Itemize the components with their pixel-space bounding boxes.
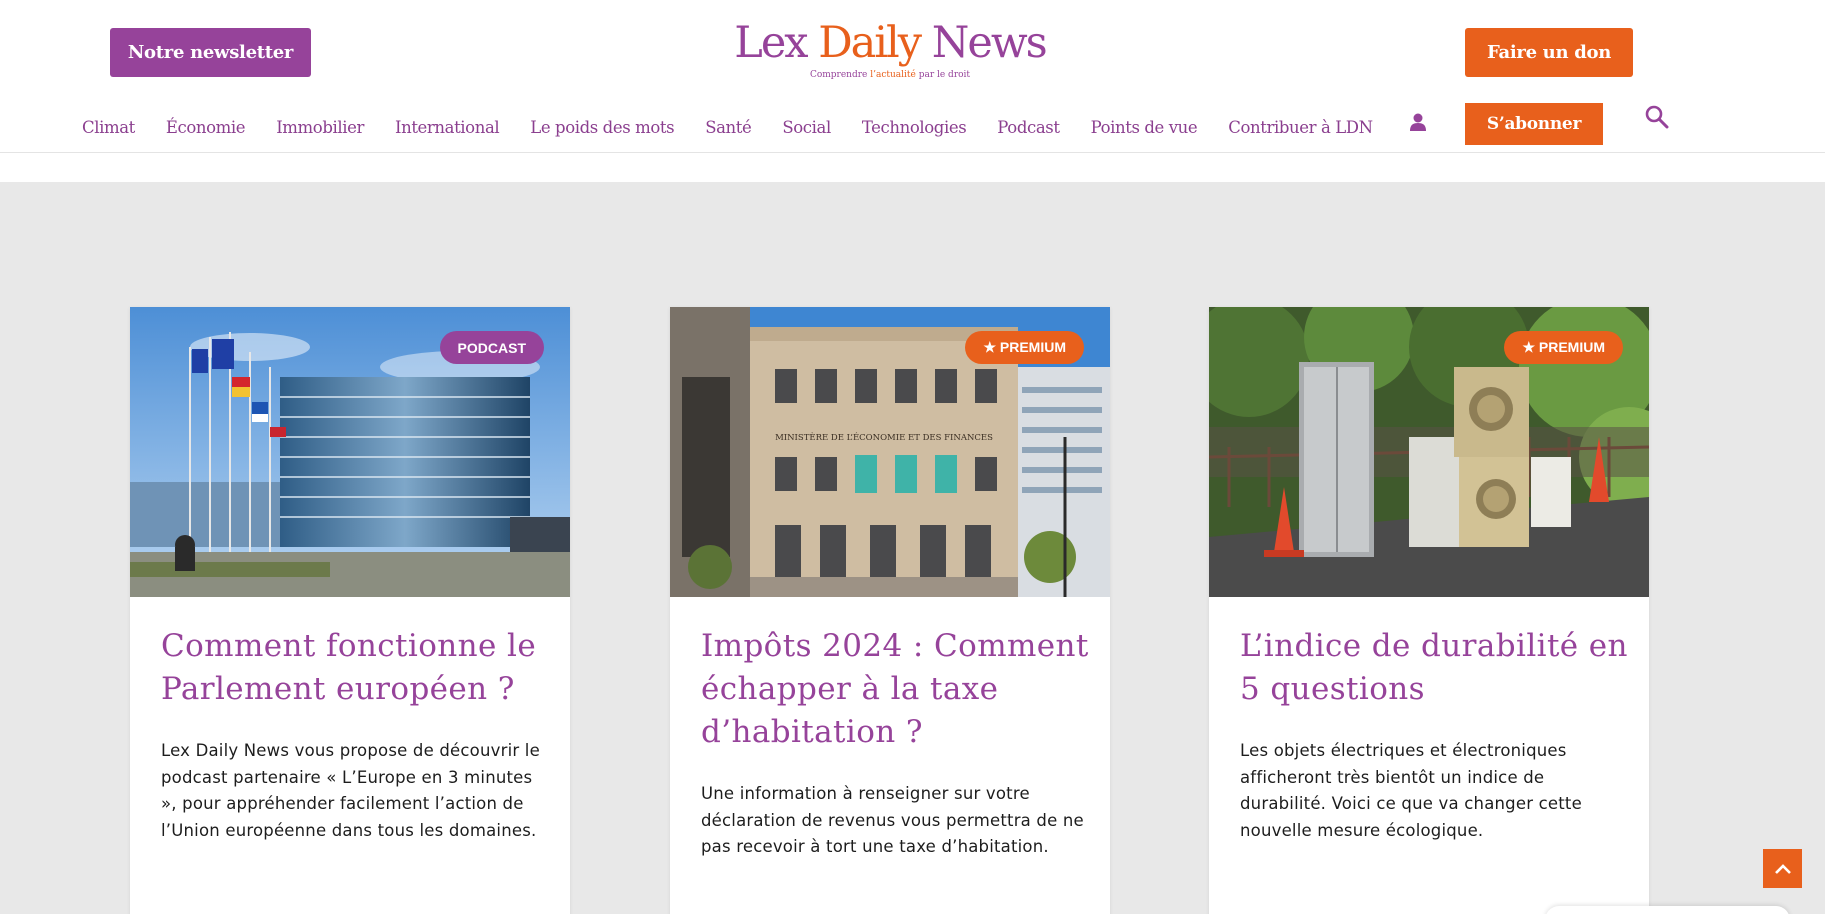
nav-item-international[interactable]: International: [395, 118, 500, 137]
article-title[interactable]: L’indice de durabilité en 5 questions: [1240, 625, 1630, 711]
nav-item-climat[interactable]: Climat: [82, 118, 135, 137]
article-card-durabilite[interactable]: ★ PREMIUM L’indice de durabilité en 5 qu…: [1209, 307, 1649, 914]
article-title[interactable]: Comment fonctionne le Parlement européen…: [161, 625, 551, 711]
site-header: Notre newsletter Lex Daily News Comprend…: [0, 0, 1825, 153]
floating-widget[interactable]: [1545, 906, 1790, 914]
scroll-to-top-button[interactable]: [1763, 849, 1802, 888]
nav-item-immobilier[interactable]: Immobilier: [276, 118, 364, 137]
premium-badge: ★ PREMIUM: [965, 331, 1084, 364]
nav-item-technologies[interactable]: Technologies: [862, 118, 967, 137]
article-excerpt: Lex Daily News vous propose de découvrir…: [161, 741, 540, 840]
newsletter-button[interactable]: Notre newsletter: [110, 28, 311, 77]
article-excerpt: Une information à renseigner sur votre d…: [701, 784, 1084, 856]
article-card-parlement[interactable]: PODCAST Comment fonctionne le Parlement …: [130, 307, 570, 914]
logo-tagline: Comprendre l’actualité par le droit: [809, 70, 971, 80]
premium-badge: ★ PREMIUM: [1504, 331, 1623, 364]
article-card-impots[interactable]: MINISTÈRE DE L’ÉCONOMIE ET DES FINANCES …: [670, 307, 1110, 914]
article-image-appareils[interactable]: ★ PREMIUM: [1209, 307, 1649, 597]
podcast-badge: PODCAST: [439, 331, 544, 364]
donate-button[interactable]: Faire un don: [1465, 28, 1633, 77]
header-spacer: [0, 153, 1825, 182]
article-image-parlement[interactable]: PODCAST: [130, 307, 570, 597]
site-logo[interactable]: Lex Daily News Comprendre l’actualité pa…: [730, 18, 1050, 90]
user-account-icon[interactable]: [1409, 112, 1427, 132]
nav-item-economie[interactable]: Économie: [166, 118, 246, 137]
article-excerpt: Les objets électriques et électroniques …: [1240, 741, 1582, 840]
nav-item-social[interactable]: Social: [782, 118, 831, 137]
nav-item-poids-des-mots[interactable]: Le poids des mots: [530, 118, 674, 137]
main-nav: Climat Économie Immobilier International…: [82, 113, 1404, 141]
subscribe-button[interactable]: S’abonner: [1465, 103, 1603, 145]
article-image-ministere[interactable]: MINISTÈRE DE L’ÉCONOMIE ET DES FINANCES …: [670, 307, 1110, 597]
article-title[interactable]: Impôts 2024 : Comment échapper à la taxe…: [701, 625, 1091, 754]
logo-wordmark: Lex Daily News: [734, 18, 1047, 68]
nav-item-podcast[interactable]: Podcast: [997, 118, 1060, 137]
ministry-sign: MINISTÈRE DE L’ÉCONOMIE ET DES FINANCES: [775, 431, 993, 443]
nav-item-sante[interactable]: Santé: [705, 118, 752, 137]
nav-item-contribuer[interactable]: Contribuer à LDN: [1228, 118, 1373, 137]
chevron-up-icon: [1774, 863, 1791, 874]
search-icon[interactable]: [1644, 104, 1670, 130]
nav-item-points-de-vue[interactable]: Points de vue: [1091, 118, 1198, 137]
